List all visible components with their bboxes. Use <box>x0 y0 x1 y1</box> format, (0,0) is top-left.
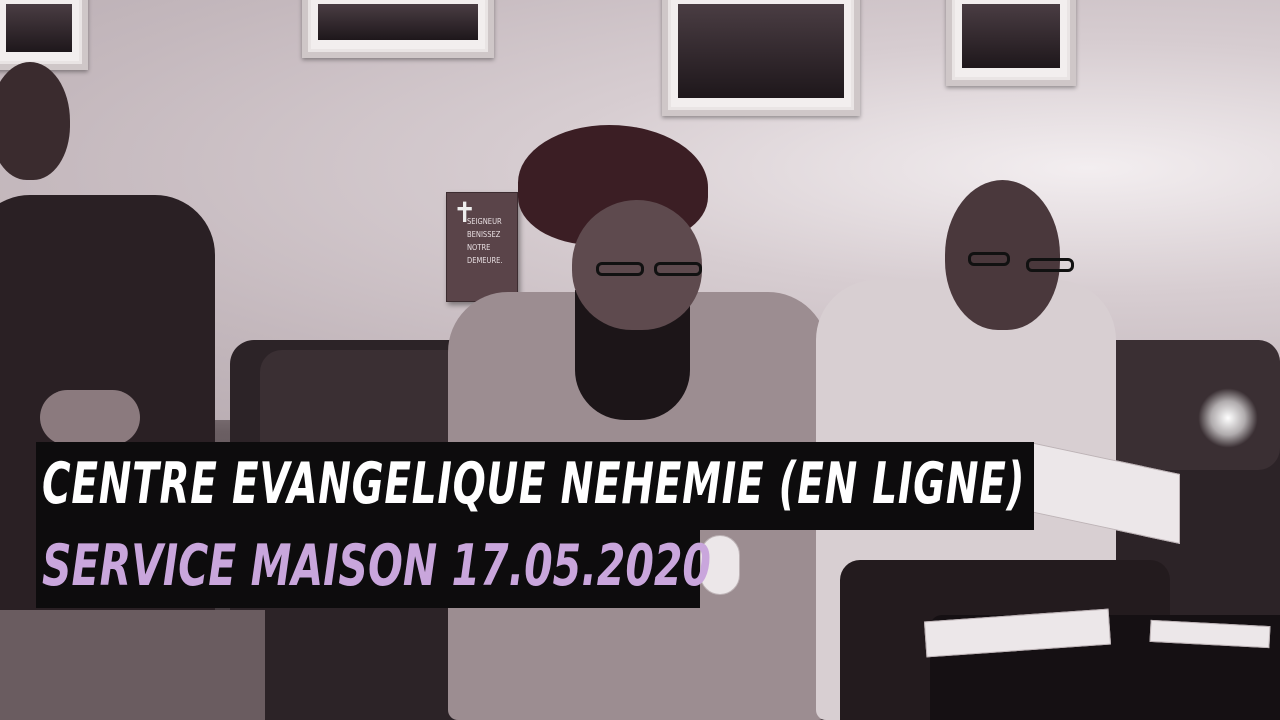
picture-frame-right <box>946 0 1076 86</box>
caption-title-text: CENTRE EVANGELIQUE NEHEMIE (EN LIGNE) <box>42 451 1026 517</box>
lamp-light <box>1198 388 1258 448</box>
caption-title: CENTRE EVANGELIQUE NEHEMIE (EN LIGNE) <box>36 442 1034 530</box>
plaque-text: SEIGNEUR BENISSEZ NOTRE DEMEURE. <box>467 217 503 265</box>
caption-subtitle: SERVICE MAISON 17.05.2020 <box>36 530 711 608</box>
caption-subtitle-text: SERVICE MAISON 17.05.2020 <box>42 533 711 599</box>
picture-frame-center-left <box>302 0 494 58</box>
wall-plaque: ✝ SEIGNEUR BENISSEZ NOTRE DEMEURE. <box>446 192 518 302</box>
coffee-table <box>923 608 1280 720</box>
video-frame: ✝ SEIGNEUR BENISSEZ NOTRE DEMEURE. CENTR… <box>0 0 1280 720</box>
picture-frame-center <box>662 0 860 116</box>
picture-frame-left <box>0 0 88 70</box>
